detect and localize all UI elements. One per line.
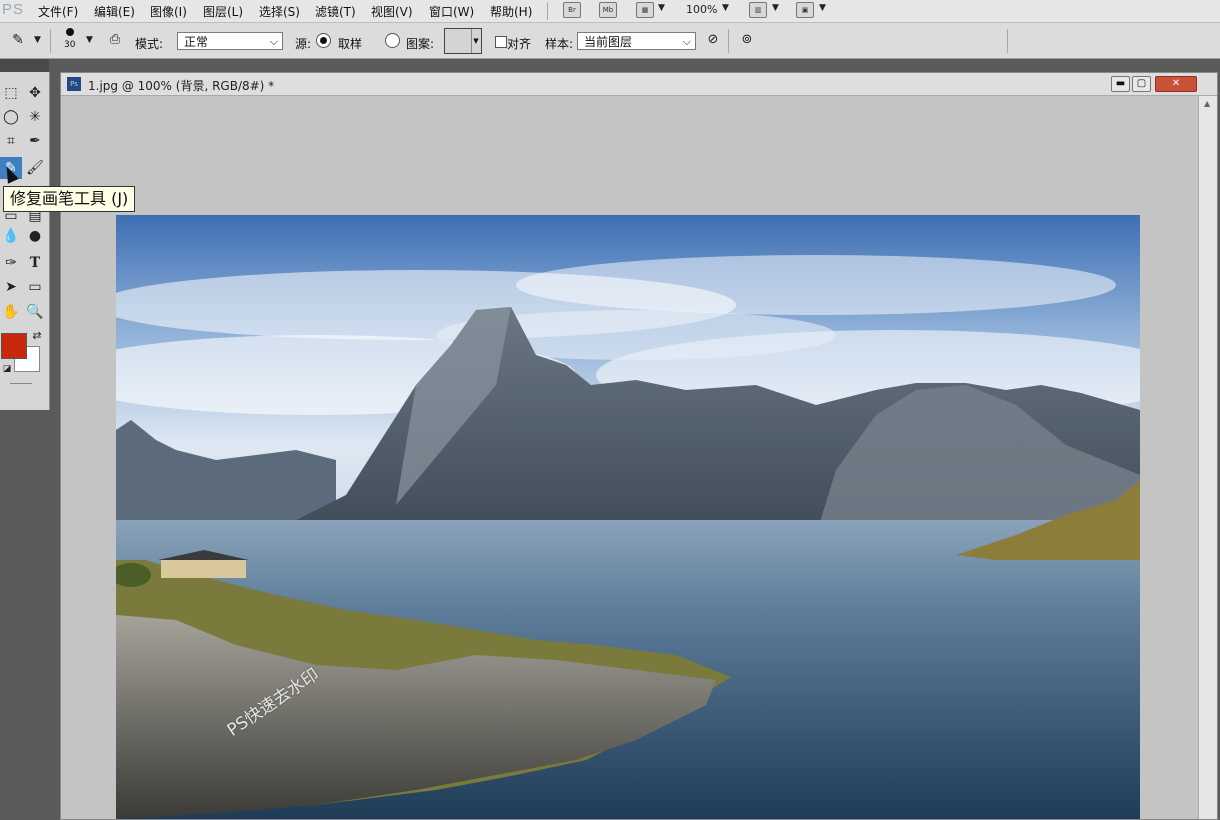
source-label: 源: (295, 37, 312, 51)
options-separator (1007, 29, 1008, 53)
minimize-button[interactable]: ▬ (1111, 76, 1130, 92)
pattern-label: 图案: (406, 37, 435, 51)
blur-tool-icon[interactable]: 💧 (0, 225, 22, 247)
landscape-photo[interactable]: PS快速去水印 (116, 215, 1140, 819)
screen-mode-icon[interactable]: ▣ (796, 2, 814, 18)
crop-tool-icon[interactable]: ⌗ (0, 130, 22, 152)
mode-label: 模式: (135, 37, 164, 51)
move-tool-icon[interactable]: ✥ (24, 82, 46, 104)
path-selection-tool-icon[interactable]: ➤ (0, 276, 22, 298)
pressure-size-icon[interactable]: ⊚ (736, 29, 758, 51)
eyedropper-tool-icon[interactable]: ✒ (24, 130, 46, 152)
sample-select[interactable]: 当前图层 ⌵ (577, 32, 696, 50)
chevron-down-icon[interactable]: ▼ (819, 3, 826, 13)
tool-tooltip: 修复画笔工具 (J) (3, 186, 136, 212)
default-colors-icon[interactable]: ◪ (0, 358, 18, 380)
ignore-adjustment-layers-icon[interactable]: ⊘ (702, 29, 724, 51)
chevron-down-icon[interactable]: ▼ (722, 3, 729, 13)
type-tool-icon[interactable]: T (24, 252, 46, 274)
menu-select[interactable]: 选择(S) (259, 3, 300, 20)
zoom-level[interactable]: 100% (686, 3, 717, 16)
options-separator (50, 29, 51, 53)
menu-file[interactable]: 文件(F) (38, 3, 78, 20)
menu-view[interactable]: 视图(V) (371, 3, 413, 20)
quick-selection-tool-icon[interactable]: ✳ (24, 106, 46, 128)
menu-filter[interactable]: 滤镜(T) (315, 3, 356, 20)
close-button[interactable]: ✕ (1155, 76, 1197, 92)
menu-bar: PS 文件(F) 编辑(E) 图像(I) 图层(L) 选择(S) 滤镜(T) 视… (0, 0, 1220, 23)
brush-tool-icon[interactable]: 🖌 (24, 157, 46, 179)
menu-layer[interactable]: 图层(L) (203, 3, 243, 20)
menu-separator (547, 2, 548, 20)
healing-brush-preset-icon[interactable]: ✎ (7, 29, 29, 51)
rectangle-tool-icon[interactable]: ▭ (24, 276, 46, 298)
lasso-tool-icon[interactable]: ◯ (0, 106, 22, 128)
pattern-picker[interactable]: ▼ (444, 28, 482, 54)
bridge-button[interactable]: Br (563, 2, 581, 18)
toolbox-divider (10, 383, 32, 384)
dodge-tool-icon[interactable]: ● (24, 225, 46, 247)
mode-select[interactable]: 正常 ⌵ (177, 32, 283, 50)
maximize-button[interactable]: ▢ (1132, 76, 1151, 92)
chevron-down-icon[interactable]: ▼ (86, 35, 93, 45)
chevron-down-icon[interactable]: ▼ (34, 35, 41, 45)
sampled-label: 取样 (338, 37, 363, 51)
swap-colors-icon[interactable]: ⇄ (26, 325, 48, 347)
brush-size: 30 (64, 40, 76, 50)
vertical-scrollbar[interactable]: ▲ (1198, 96, 1217, 819)
pen-tool-icon[interactable]: ✑ (0, 252, 22, 274)
app-logo: PS (2, 1, 25, 18)
brush-panel-icon[interactable]: ⎙ (104, 29, 126, 51)
chevron-down-icon: ▼ (471, 29, 480, 53)
zoom-tool-icon[interactable]: 🔍 (24, 301, 46, 323)
chevron-down-icon[interactable]: ▼ (658, 3, 665, 13)
aligned-label: 对齐 (507, 37, 532, 51)
menu-edit[interactable]: 编辑(E) (94, 3, 135, 20)
source-sampled-radio[interactable] (316, 33, 331, 48)
arrange-documents-icon[interactable]: ▥ (749, 2, 767, 18)
aligned-checkbox[interactable] (495, 36, 507, 48)
toolbox: ⬚ ✥ ◯ ✳ ⌗ ✒ ✎ 🖌 ⎍ ✐ ▭ ▤ 💧 ● ✑ T ➤ ▭ ✋ 🔍 … (0, 72, 50, 410)
foreground-color-swatch[interactable] (1, 333, 27, 359)
options-separator (728, 29, 729, 53)
document-titlebar[interactable]: Ps 1.jpg @ 100% (背景, RGB/8#) * ▬ ▢ ✕ (61, 73, 1217, 96)
menu-window[interactable]: 窗口(W) (429, 3, 474, 20)
scroll-up-icon[interactable]: ▲ (1204, 99, 1210, 108)
canvas-area[interactable]: PS快速去水印 (61, 96, 1197, 819)
options-bar: ✎ ▼ 30 ▼ ⎙ 模式: 正常 ⌵ 源: 取样 图案: ▼ 对齐 样本: 当… (0, 23, 1220, 59)
hand-tool-icon[interactable]: ✋ (0, 301, 22, 323)
sample-value: 当前图层 (584, 35, 633, 49)
menu-help[interactable]: 帮助(H) (490, 3, 532, 20)
landscape-image (116, 215, 1140, 819)
menu-image[interactable]: 图像(I) (150, 3, 187, 20)
document-window: Ps 1.jpg @ 100% (背景, RGB/8#) * ▬ ▢ ✕ PS快… (60, 72, 1218, 820)
chevron-down-icon: ⌵ (682, 35, 691, 48)
mini-bridge-button[interactable]: Mb (599, 2, 617, 18)
view-extras-icon[interactable]: ▦ (636, 2, 654, 18)
brush-tip-icon[interactable] (66, 28, 74, 36)
chevron-down-icon: ⌵ (269, 35, 278, 48)
document-title: 1.jpg @ 100% (背景, RGB/8#) * (88, 79, 275, 93)
chevron-down-icon[interactable]: ▼ (772, 3, 779, 13)
photoshop-document-icon: Ps (67, 77, 81, 91)
source-pattern-radio[interactable] (385, 33, 400, 48)
mode-value: 正常 (184, 35, 209, 49)
sample-label: 样本: (545, 37, 574, 51)
toolbox-header (0, 59, 49, 72)
marquee-tool-icon[interactable]: ⬚ (0, 82, 22, 104)
